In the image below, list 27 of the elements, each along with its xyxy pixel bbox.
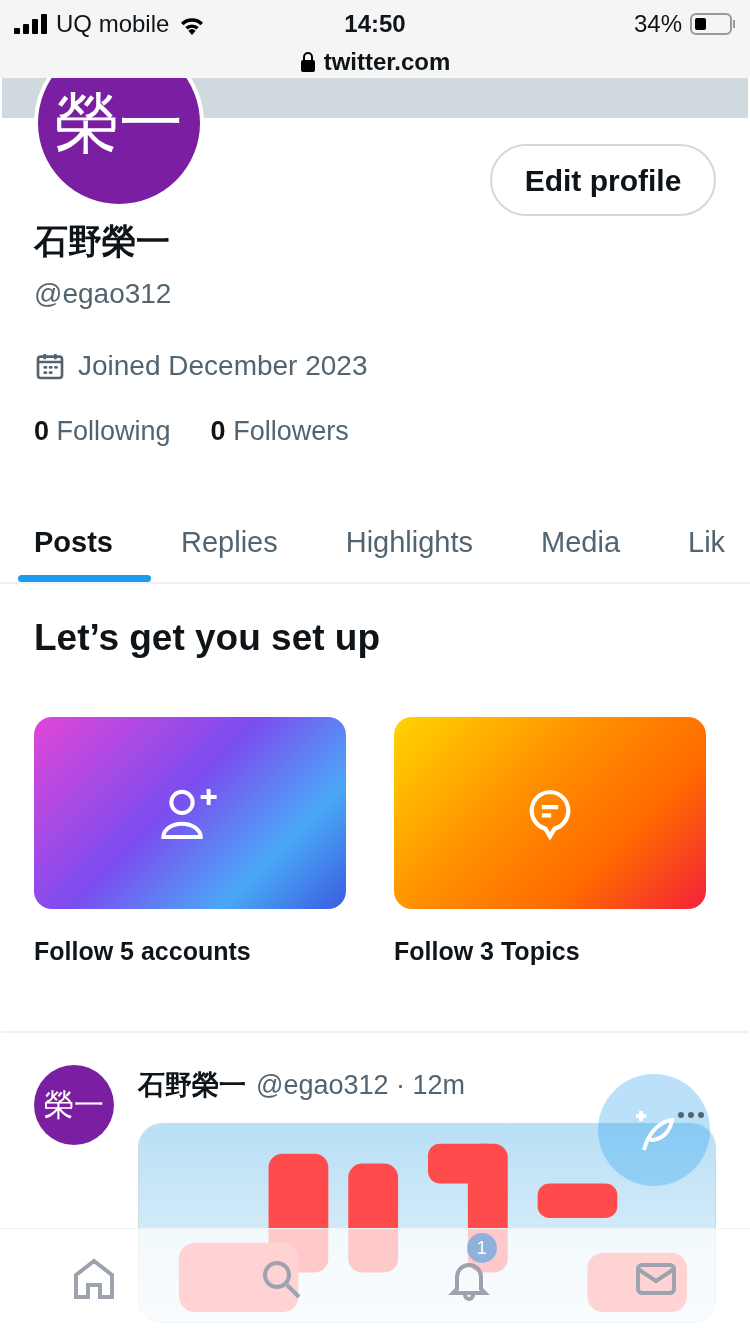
- setup-heading: Let’s get you set up: [34, 615, 382, 660]
- setup-card[interactable]: [34, 717, 346, 909]
- notification-badge: 1: [466, 1233, 497, 1263]
- carrier-name: UQ mobile: [56, 9, 170, 39]
- battery-icon: [690, 12, 736, 36]
- joined-date: Joined December 2023: [78, 349, 368, 383]
- profile-tab[interactable]: Lik: [654, 503, 750, 582]
- more-icon[interactable]: [678, 1112, 704, 1118]
- battery-percent: 34%: [633, 9, 682, 39]
- post-author-name: 石野榮一: [138, 1068, 246, 1102]
- post-meta: @egao312 · 12m: [256, 1068, 466, 1102]
- lock-icon: [299, 52, 316, 72]
- profile-tab[interactable]: Replies: [147, 503, 312, 582]
- profile-tab[interactable]: Media: [507, 503, 655, 582]
- following-link[interactable]: 0 Following: [34, 411, 171, 452]
- post-avatar[interactable]: 榮一: [34, 1064, 114, 1145]
- setup-card-label[interactable]: Follow 3 Topics: [394, 933, 706, 971]
- profile-name: 石野榮一: [34, 221, 171, 262]
- profile-tab[interactable]: Highlights: [311, 503, 508, 582]
- signal-icon: [14, 14, 48, 34]
- setup-card-label[interactable]: Follow 5 accounts: [34, 933, 346, 971]
- url-text: twitter.com: [323, 47, 451, 77]
- profile-handle: @egao312: [34, 277, 173, 311]
- setup-card[interactable]: [394, 717, 706, 909]
- followers-link[interactable]: 0 Followers: [210, 411, 349, 452]
- edit-profile-button[interactable]: Edit profile: [490, 144, 716, 216]
- clock-time: 14:50: [344, 9, 406, 39]
